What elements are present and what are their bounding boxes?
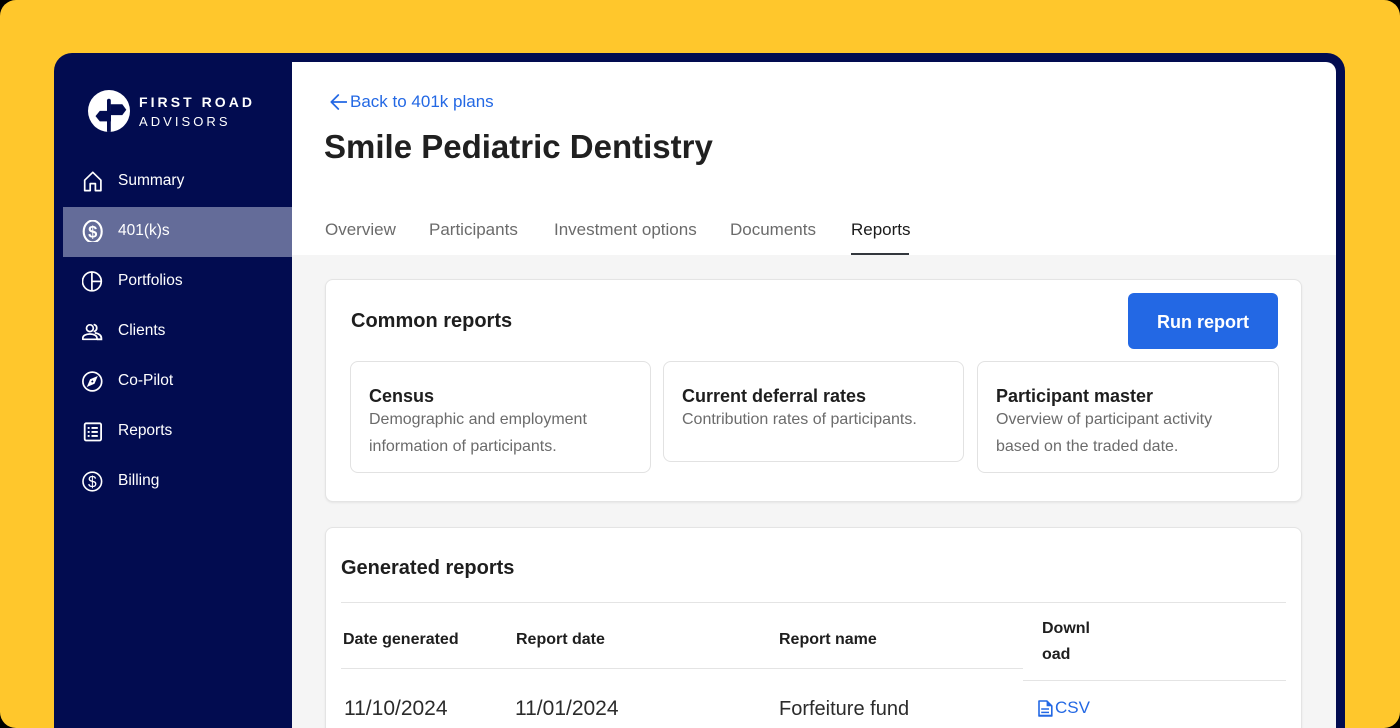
svg-text:$: $ [87, 474, 96, 491]
svg-text:$: $ [88, 223, 97, 241]
